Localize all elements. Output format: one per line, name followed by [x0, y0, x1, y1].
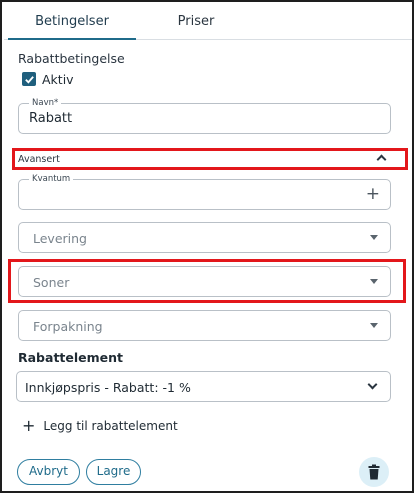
delete-button[interactable]: [359, 457, 389, 487]
active-label: Aktiv: [42, 71, 74, 87]
quantity-field[interactable]: Kvantum +: [18, 174, 391, 210]
caret-down-icon: [370, 279, 378, 284]
plus-icon[interactable]: +: [366, 184, 380, 204]
quantity-field-label: Kvantum: [29, 174, 74, 184]
active-checkbox-row[interactable]: Aktiv: [22, 70, 74, 88]
advanced-label: Avansert: [18, 154, 60, 165]
zones-placeholder: Soner: [33, 275, 70, 290]
delivery-select[interactable]: Levering: [18, 222, 391, 253]
discount-element-title: Rabattelement: [18, 350, 124, 365]
caret-down-icon: [370, 235, 378, 240]
packaging-select[interactable]: Forpakning: [18, 310, 391, 341]
add-discount-element-label: Legg til rabattelement: [43, 419, 178, 433]
active-checkbox[interactable]: [22, 72, 36, 86]
caret-down-icon: [370, 323, 378, 328]
zones-select[interactable]: Soner: [18, 266, 391, 297]
rabatt-panel: Betingelser Priser Rabattbetingelse Akti…: [0, 0, 414, 493]
chevron-up-icon[interactable]: [376, 154, 387, 165]
tab-bar: Betingelser Priser: [4, 4, 412, 40]
cancel-button[interactable]: Avbryt: [17, 459, 80, 485]
add-discount-element-button[interactable]: + Legg til rabattelement: [22, 418, 178, 434]
packaging-placeholder: Forpakning: [33, 319, 103, 334]
name-field-value: Rabatt: [29, 111, 73, 126]
section-title: Rabattbetingelse: [18, 51, 125, 66]
advanced-toggle[interactable]: Avansert: [12, 148, 408, 170]
delivery-placeholder: Levering: [33, 231, 87, 246]
tab-betingelser[interactable]: Betingelser: [8, 4, 136, 40]
plus-icon: +: [22, 416, 36, 435]
check-icon: [24, 75, 34, 84]
discount-element-value: Innkjøpspris - Rabatt: -1 %: [25, 380, 191, 395]
chevron-down-icon: [367, 379, 378, 390]
save-button[interactable]: Lagre: [86, 459, 141, 485]
tab-priser[interactable]: Priser: [136, 4, 256, 40]
discount-element-select[interactable]: Innkjøpspris - Rabatt: -1 %: [16, 371, 391, 402]
trash-icon: [368, 464, 380, 480]
name-field[interactable]: Navn* Rabatt: [18, 98, 391, 134]
name-field-label: Navn*: [29, 98, 62, 108]
